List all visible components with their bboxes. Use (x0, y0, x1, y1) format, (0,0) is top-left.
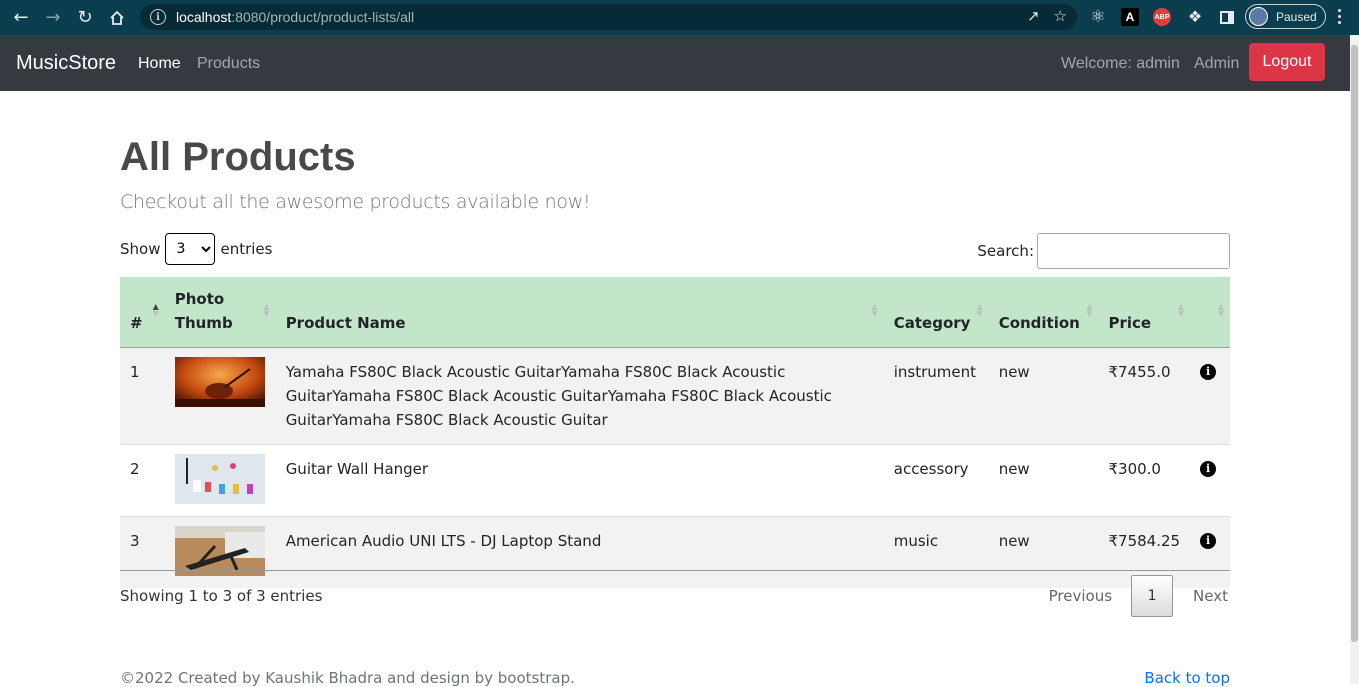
page-lead: Checkout all the awesome products availa… (120, 191, 591, 213)
angular-devtools-icon[interactable]: A (1121, 8, 1139, 26)
home-icon[interactable] (106, 7, 128, 29)
logout-button[interactable]: Logout (1249, 43, 1325, 81)
products-table: # ▲ ▼ Photo Thumb ▲ ▼ Product Name ▲ ▼ Categor… (120, 277, 1230, 588)
table-row: 2 Guitar Wall Hanger accessory new ₹300.… (120, 443, 1230, 516)
product-category: music (883, 515, 989, 588)
entries-label: entries (220, 240, 273, 258)
back-arrow-icon[interactable]: ← (10, 7, 32, 29)
product-condition: new (988, 443, 1099, 516)
page-1-button[interactable]: 1 (1131, 575, 1174, 617)
nav-link-home[interactable]: Home (138, 55, 181, 73)
row-number: 2 (120, 443, 165, 516)
header-photo-thumb[interactable]: Photo Thumb ▲ ▼ (164, 277, 276, 348)
header-price[interactable]: Price ▲ ▼ (1098, 277, 1191, 348)
share-icon[interactable]: ↗ (1027, 7, 1040, 25)
sort-arrows-icon: ▲ ▼ (1086, 302, 1093, 318)
sort-arrows-icon: ▲ ▼ (1217, 302, 1224, 318)
table-row: 1 Yamaha FS80C Black Acoustic GuitarYama… (120, 346, 1230, 444)
table-header-row: # ▲ ▼ Photo Thumb ▲ ▼ Product Name ▲ ▼ Categor… (120, 277, 1230, 348)
url-path: :8080/product/product-lists/all (231, 9, 415, 25)
profile-status-label: Paused (1276, 9, 1317, 24)
product-actions-cell: i (1190, 346, 1230, 444)
page-scrollbar[interactable] (1350, 35, 1359, 684)
product-name: American Audio UNI LTS - DJ Laptop Stand (275, 515, 884, 588)
page-title: All Products (120, 135, 356, 179)
forward-arrow-icon[interactable]: → (42, 7, 64, 29)
scrollbar-thumb[interactable] (1351, 45, 1358, 642)
adblock-plus-icon[interactable]: ABP (1153, 8, 1171, 26)
entries-select[interactable]: 3 (165, 233, 216, 265)
footer-text: ©2022 Created by Kaushik Bhadra and desi… (120, 669, 575, 687)
product-price: ₹300.0 (1098, 443, 1191, 516)
row-number: 3 (120, 515, 165, 588)
browser-menu-icon[interactable] (1338, 9, 1341, 24)
info-icon[interactable]: i (1200, 532, 1217, 549)
back-to-top-link[interactable]: Back to top (1144, 669, 1230, 687)
url-text: localhost:8080/product/product-lists/all (176, 9, 414, 25)
side-panel-icon[interactable] (1217, 7, 1237, 27)
react-devtools-icon[interactable]: ⚛ (1088, 7, 1108, 27)
info-icon[interactable]: i (1200, 363, 1217, 380)
address-bar[interactable]: i localhost:8080/product/product-lists/a… (140, 4, 1077, 30)
header-condition[interactable]: Condition ▲ ▼ (988, 277, 1099, 348)
row-number: 1 (120, 346, 165, 444)
product-category: accessory (883, 443, 989, 516)
product-thumbnail-wall-hanger[interactable] (174, 453, 265, 504)
header-product-name[interactable]: Product Name ▲ ▼ (275, 277, 884, 348)
previous-page-button[interactable]: Previous (1049, 587, 1112, 605)
header-actions[interactable]: ▲ ▼ (1190, 277, 1230, 348)
extensions-puzzle-icon[interactable]: ❖ (1185, 7, 1205, 27)
profile-button[interactable]: Paused (1245, 4, 1326, 29)
search-label: Search: (977, 242, 1034, 260)
reload-icon[interactable]: ↻ (74, 7, 96, 29)
navbar-brand[interactable]: MusicStore (16, 52, 116, 75)
product-thumbnail-laptop-stand[interactable] (174, 525, 265, 576)
welcome-text: Welcome: admin (1061, 55, 1180, 72)
product-name: Guitar Wall Hanger (275, 443, 884, 516)
product-thumbnail-guitar[interactable] (174, 356, 265, 407)
header-category[interactable]: Category ▲ ▼ (883, 277, 989, 348)
show-label: Show (120, 240, 161, 258)
product-condition: new (988, 346, 1099, 444)
product-price: ₹7455.0 (1098, 346, 1191, 444)
site-navbar: MusicStore Home Products Welcome: admin … (0, 35, 1350, 91)
sort-arrows-icon: ▲ ▼ (976, 302, 983, 318)
url-host: localhost (176, 9, 232, 25)
nav-link-products[interactable]: Products (197, 55, 260, 73)
browser-toolbar: ← → ↻ i localhost:8080/product/product-l… (0, 0, 1359, 35)
sort-arrows-icon: ▲ ▼ (871, 302, 878, 318)
sort-arrows-icon: ▲ ▼ (1177, 302, 1185, 318)
next-page-button[interactable]: Next (1193, 587, 1228, 605)
nav-link-admin[interactable]: Admin (1194, 55, 1239, 73)
table-bottom-border (120, 570, 1230, 571)
product-category: instrument (883, 346, 989, 444)
product-thumb-cell (164, 443, 276, 516)
sort-arrows-icon: ▲ ▼ (263, 302, 270, 318)
profile-avatar (1249, 7, 1268, 26)
product-name: Yamaha FS80C Black Acoustic GuitarYamaha… (275, 346, 884, 444)
product-thumb-cell (164, 515, 276, 588)
pagination: Previous 1 Next (1049, 575, 1230, 617)
product-actions-cell: i (1190, 443, 1230, 516)
search-filter: Search: (977, 233, 1230, 269)
product-thumb-cell (164, 346, 276, 444)
site-info-icon[interactable]: i (150, 9, 166, 25)
sort-arrows-icon: ▲ ▼ (152, 302, 159, 318)
header-number[interactable]: # ▲ ▼ (120, 277, 165, 348)
info-icon[interactable]: i (1200, 460, 1217, 477)
bookmark-star-icon[interactable]: ☆ (1054, 7, 1067, 25)
entries-length-control: Show 3 entries (120, 233, 272, 265)
search-input[interactable] (1037, 233, 1230, 269)
table-info: Showing 1 to 3 of 3 entries (120, 587, 323, 605)
